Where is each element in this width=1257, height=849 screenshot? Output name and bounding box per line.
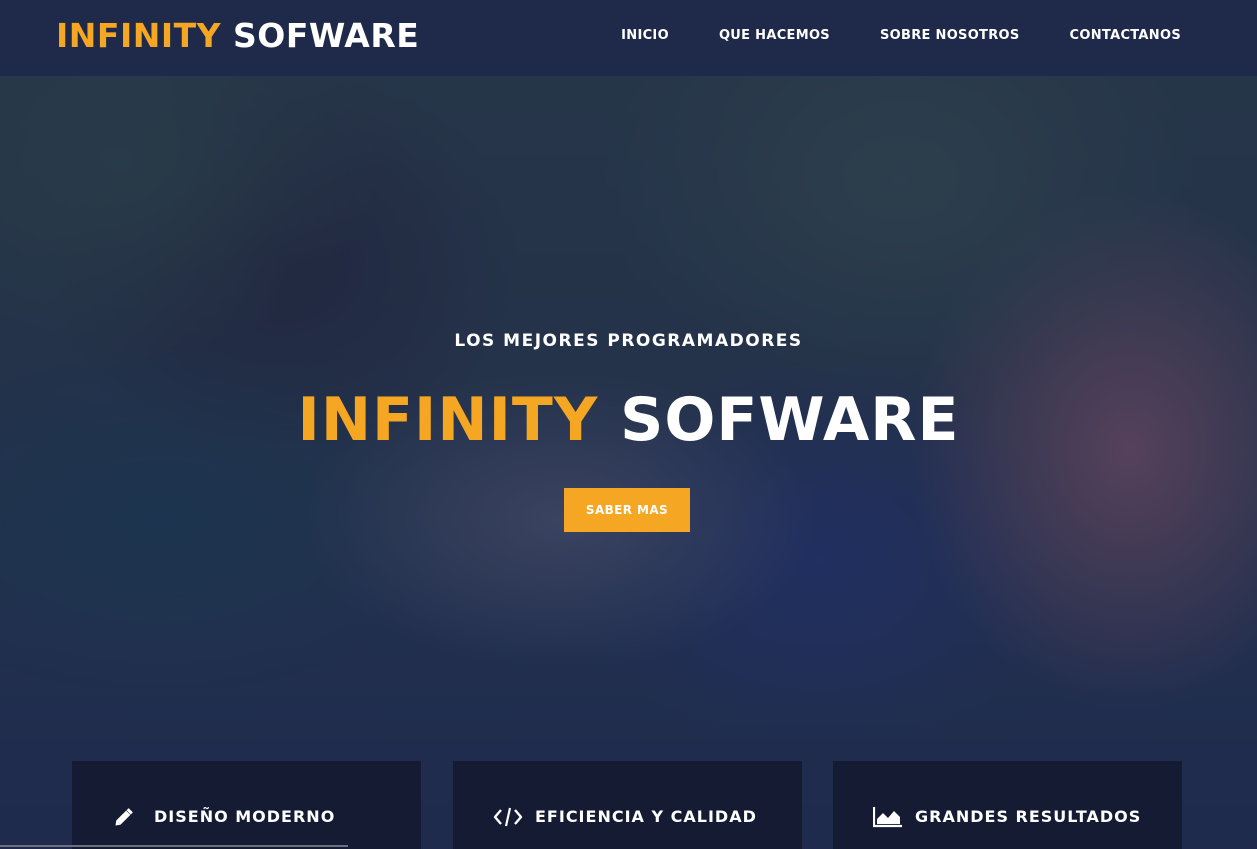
feature-card-title: GRANDES RESULTADOS: [915, 807, 1142, 826]
hero-title-rest: SOFWARE: [620, 385, 960, 455]
scroll-indicator-line: [0, 845, 348, 847]
feature-card-title: DISEÑO MODERNO: [154, 807, 336, 826]
site-header: INFINITY SOFWARE INICIO QUE HACEMOS SOBR…: [0, 0, 1257, 76]
nav-item-que-hacemos[interactable]: QUE HACEMOS: [719, 27, 830, 45]
landing-page: INFINITY SOFWARE INICIO QUE HACEMOS SOBR…: [0, 0, 1257, 849]
nav-item-contactanos[interactable]: CONTACTANOS: [1070, 27, 1181, 45]
nav-item-sobre-nosotros[interactable]: SOBRE NOSOTROS: [880, 27, 1020, 45]
hero-subtitle: LOS MEJORES PROGRAMADORES: [454, 331, 803, 351]
saber-mas-button[interactable]: SABER MAS: [564, 488, 690, 532]
feature-card-header: DISEÑO MODERNO: [112, 805, 335, 829]
hero-title-accent: INFINITY: [297, 385, 599, 455]
feature-card-eficiencia: EFICIENCIA Y CALIDAD: [453, 761, 802, 849]
site-logo[interactable]: INFINITY SOFWARE: [56, 16, 419, 56]
nav-item-inicio[interactable]: INICIO: [621, 27, 669, 45]
main-nav: INICIO QUE HACEMOS SOBRE NOSOTROS CONTAC…: [571, 27, 1181, 45]
pencil-icon: [112, 805, 142, 829]
logo-rest-text: SOFWARE: [233, 16, 420, 55]
feature-card-header: EFICIENCIA Y CALIDAD: [493, 805, 757, 829]
code-icon: [493, 805, 523, 829]
feature-card-title: EFICIENCIA Y CALIDAD: [535, 807, 757, 826]
feature-card-diseno: DISEÑO MODERNO: [72, 761, 421, 849]
feature-card-header: GRANDES RESULTADOS: [872, 805, 1142, 829]
hero-title: INFINITY SOFWARE: [0, 384, 1257, 456]
area-chart-icon: [872, 805, 903, 829]
feature-card-resultados: GRANDES RESULTADOS: [833, 761, 1182, 849]
logo-accent-text: INFINITY: [56, 16, 222, 55]
